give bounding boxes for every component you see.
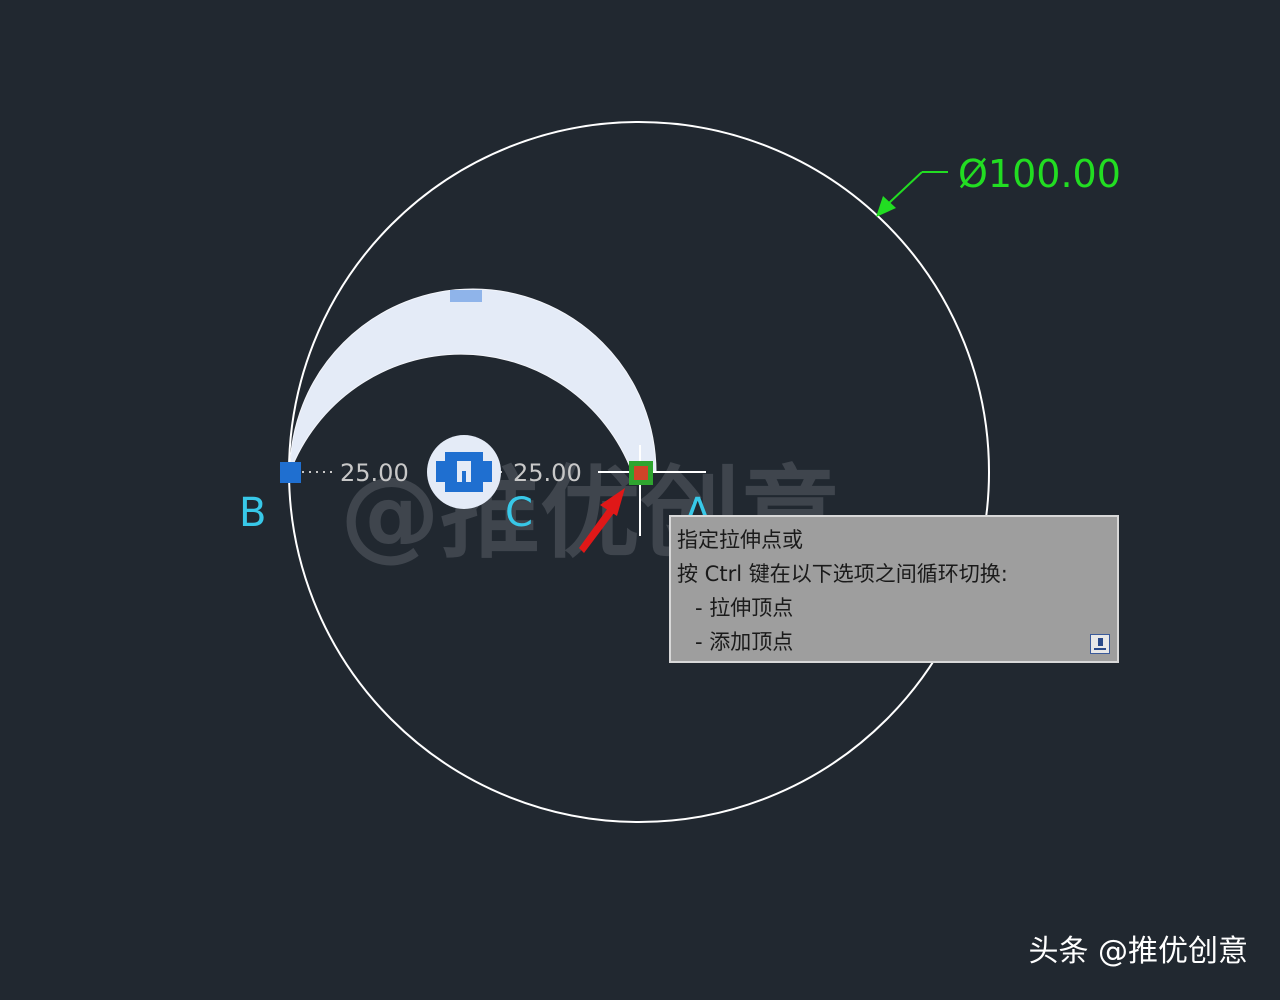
tooltip-line-1: 指定拉伸点或 bbox=[677, 528, 803, 552]
endpoint-grip-b[interactable] bbox=[280, 462, 301, 483]
grip-tooltip: 指定拉伸点或 按 Ctrl 键在以下选项之间循环切换: - 拉伸顶点 - 添加顶… bbox=[669, 515, 1119, 663]
dimension-value-left: 25.00 bbox=[340, 459, 409, 487]
author-credit: 头条 @推优创意 bbox=[1028, 934, 1248, 969]
diameter-dimension: Ø100.00 bbox=[958, 152, 1121, 196]
drawing-svg: @推优创意 25.00 25.00 B C A Ø100.00 bbox=[239, 121, 1121, 823]
cad-drawing-canvas[interactable]: @推优创意 25.00 25.00 B C A Ø100.00 指定拉伸点或 按… bbox=[0, 0, 1280, 1000]
dimension-value-right: 25.00 bbox=[513, 459, 582, 487]
expand-icon[interactable] bbox=[1090, 634, 1110, 654]
arc-midpoint-grip[interactable] bbox=[450, 290, 482, 302]
tooltip-line-2: 按 Ctrl 键在以下选项之间循环切换: bbox=[677, 562, 1008, 586]
tooltip-option-add-vertex[interactable]: - 添加顶点 bbox=[677, 625, 1117, 659]
point-label-c: C bbox=[505, 490, 533, 536]
point-label-b: B bbox=[239, 490, 266, 536]
tooltip-option-stretch-vertex[interactable]: - 拉伸顶点 bbox=[677, 591, 1117, 625]
endpoint-grip-a-inner bbox=[634, 466, 648, 480]
diameter-leader bbox=[876, 171, 948, 217]
